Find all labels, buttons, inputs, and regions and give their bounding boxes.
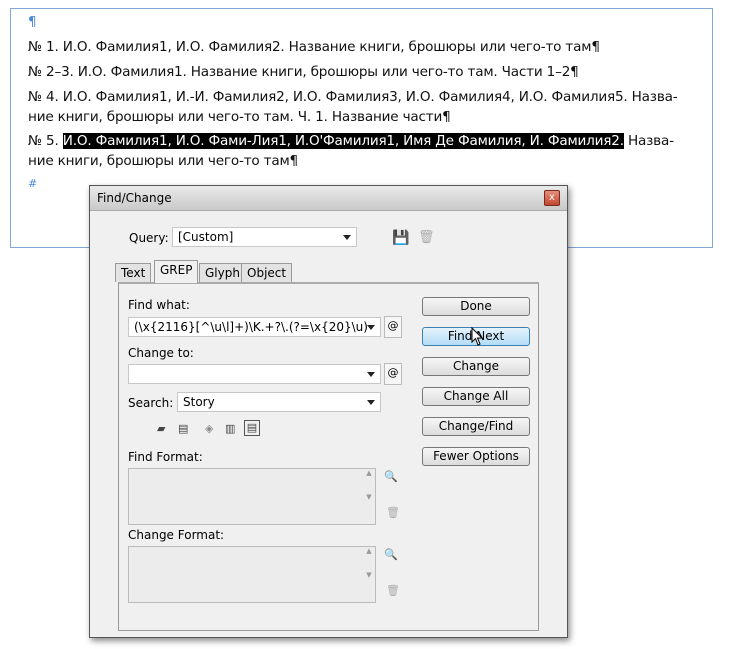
change-format-label: Change Format: <box>128 528 225 542</box>
chevron-down-icon <box>343 235 351 240</box>
special-characters-find-button[interactable]: @ <box>384 316 402 338</box>
paragraph-4-prefix: № 5. <box>28 133 63 149</box>
tab-object[interactable]: Object <box>241 263 293 282</box>
tab-glyph[interactable]: Glyph <box>199 263 246 282</box>
find-what-label: Find what: <box>128 298 190 312</box>
include-footnotes-icon[interactable]: ▤ <box>244 420 260 436</box>
change-to-input[interactable] <box>128 364 381 384</box>
include-master-pages-icon[interactable]: ▥ <box>225 422 235 435</box>
query-dropdown[interactable]: [Custom] <box>172 227 357 247</box>
selected-text: И.О. Фамилия1, И.О. Фами-Лия1, И.О'Фамил… <box>62 133 624 149</box>
title-bar[interactable]: Find/Change x <box>90 186 567 211</box>
change-button[interactable]: Change <box>422 357 530 376</box>
include-locked-layers-icon[interactable]: ▰ <box>157 422 165 435</box>
query-label: Query: <box>129 231 169 245</box>
save-query-icon[interactable]: 💾 <box>392 230 409 246</box>
paragraph-3: № 4. И.О. Фамилия1, И.-И. Фамилия2, И.О.… <box>28 89 678 105</box>
close-button[interactable]: x <box>544 190 560 206</box>
chevron-down-icon <box>367 372 375 377</box>
scrollbar[interactable]: ▲ ▼ <box>363 469 375 524</box>
change-find-button[interactable]: Change/Find <box>422 417 530 436</box>
tab-text[interactable]: Text <box>115 263 152 282</box>
search-label: Search: <box>128 396 174 410</box>
dialog-title: Find/Change <box>97 191 172 205</box>
search-scope-dropdown[interactable]: Story <box>177 392 381 412</box>
find-what-value: (\x{2116}[^\u\l]+)\K.+?\.(?=\x{20}\u) <box>134 320 368 334</box>
find-change-dialog: Find/Change x Query: [Custom] 💾 🗑 Text GR… <box>89 185 568 638</box>
find-format-box[interactable]: ▲ ▼ <box>128 468 376 525</box>
include-locked-stories-icon[interactable]: ▤ <box>178 422 188 435</box>
change-to-label: Change to: <box>128 346 194 360</box>
include-hidden-layers-icon[interactable]: ◈ <box>205 422 213 435</box>
special-characters-change-button[interactable]: @ <box>384 363 402 385</box>
empty-paragraph: ¶ <box>28 14 37 30</box>
query-value: [Custom] <box>178 230 234 244</box>
clear-find-format-icon[interactable]: 🗑 <box>386 506 400 519</box>
done-button[interactable]: Done <box>422 297 530 316</box>
change-format-box[interactable]: ▲ ▼ <box>128 546 376 603</box>
scrollbar[interactable]: ▲ ▼ <box>363 547 375 602</box>
mouse-cursor-icon <box>471 327 484 346</box>
trash-icon[interactable]: 🗑 <box>418 230 435 245</box>
chevron-down-icon <box>367 400 375 405</box>
paragraph-4: № 5. И.О. Фамилия1, И.О. Фами-Лия1, И.О'… <box>28 133 674 149</box>
paragraph-3-cont: ние книги, брошюры или чего-то там. Ч. 1… <box>28 109 451 125</box>
tab-grep[interactable]: GREP <box>154 260 199 283</box>
end-of-story-marker: # <box>28 177 38 190</box>
find-format-label: Find Format: <box>128 450 203 464</box>
paragraph-1: № 1. И.О. Фамилия1, И.О. Фамилия2. Назва… <box>28 39 600 55</box>
paragraph-4-suffix: Назва- <box>623 133 674 149</box>
specify-change-format-icon[interactable]: 🔍 <box>384 548 398 561</box>
find-what-input[interactable]: (\x{2116}[^\u\l]+)\K.+?\.(?=\x{20}\u) <box>128 317 381 337</box>
search-scope-value: Story <box>183 395 215 409</box>
chevron-down-icon <box>367 325 375 330</box>
change-all-button[interactable]: Change All <box>422 387 530 406</box>
specify-find-format-icon[interactable]: 🔍 <box>384 470 398 483</box>
paragraph-2: № 2–3. И.О. Фамилия1. Название книги, бр… <box>28 64 579 80</box>
fewer-options-button[interactable]: Fewer Options <box>422 447 530 466</box>
paragraph-4-cont: ние книги, брошюры или чего-то там¶ <box>28 153 298 169</box>
clear-change-format-icon[interactable]: 🗑 <box>386 584 400 597</box>
